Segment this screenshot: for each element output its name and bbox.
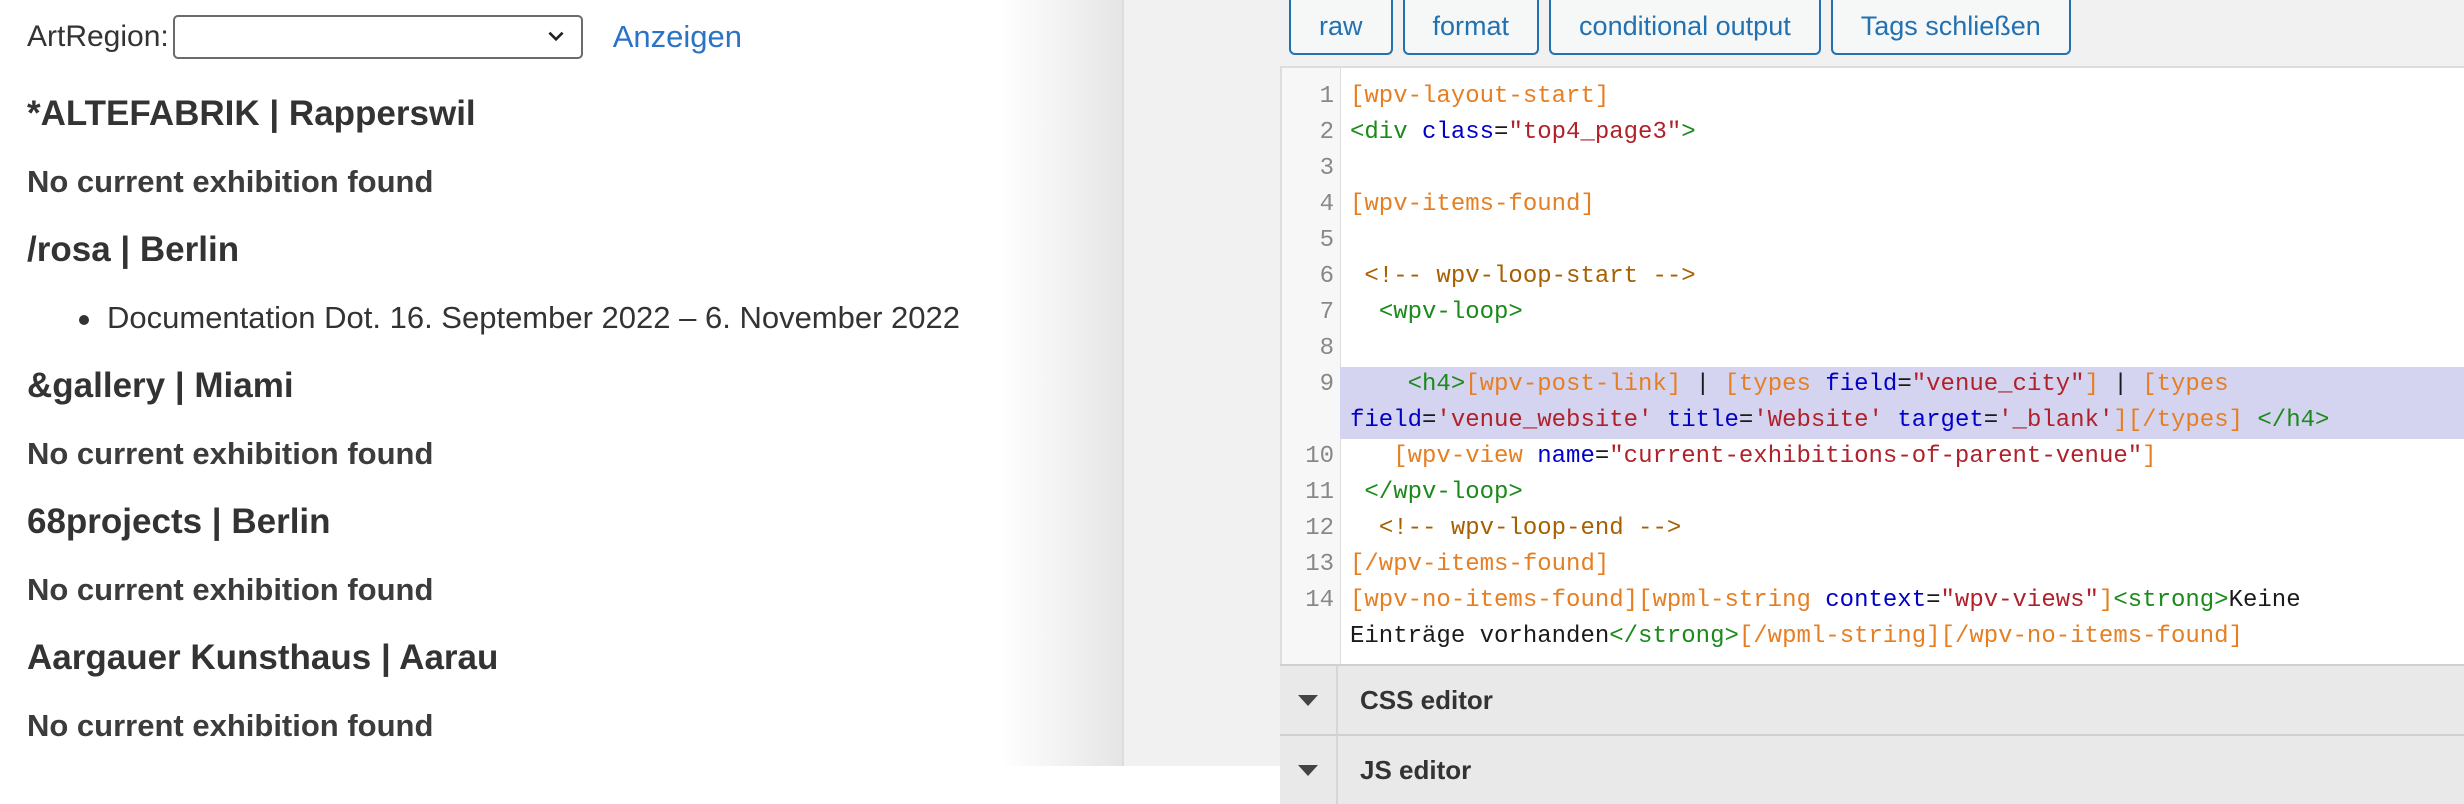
code-line: Einträge vorhanden</strong>[/wpml-string… [1350,623,2243,650]
venue-title[interactable]: *ALTEFABRIK | Rapperswil [27,94,476,134]
toggle-arrow-icon[interactable] [1280,666,1338,734]
no-exhibition-text: No current exhibition found [27,708,434,743]
line-number: 10 [1305,443,1334,470]
no-exhibition-text: No current exhibition found [27,164,434,199]
line-number: 1 [1319,83,1334,110]
code-line: 4 [wpv-items-found] [1282,187,2464,223]
js-editor-panel[interactable]: JS editor [1280,734,2464,804]
css-editor-title: CSS editor [1360,684,1493,715]
exhibition-list: Documentation Dot. 16. September 2022 – … [27,300,960,336]
code-line: 12 <!-- wpv-loop-end --> [1282,511,2464,547]
venue-title[interactable]: 68projects | Berlin [27,502,331,542]
artregion-label: ArtRegion: [27,20,169,53]
code-line: 1 [wpv-layout-start] [1282,79,2464,115]
venue-title[interactable]: Aargauer Kunsthaus | Aarau [27,638,498,678]
code-line: 8 [1282,331,2464,367]
line-number: 7 [1319,299,1334,326]
js-editor-title: JS editor [1360,754,1472,785]
panel-shadow [1000,0,1122,766]
code-line: 6 <!-- wpv-loop-start --> [1282,259,2464,295]
line-number: 12 [1305,515,1334,542]
layout-editor-panel: raw format conditional output Tags schli… [1122,0,2464,804]
editor-toolbar: raw format conditional output Tags schli… [1289,0,2071,60]
line-number: 14 [1305,587,1334,614]
line-number: 8 [1319,335,1334,362]
line-number: 4 [1319,191,1334,218]
list-item[interactable]: Documentation Dot. 16. September 2022 – … [27,300,960,336]
code-line: 5 [1282,223,2464,259]
code-line: 3 [1282,151,2464,187]
no-exhibition-text: No current exhibition found [27,436,434,471]
css-editor-panel[interactable]: CSS editor [1280,664,2464,734]
frontend-preview: ArtRegion: Anzeigen *ALTEFABRIK | Rapper… [0,0,1122,766]
raw-button[interactable]: raw [1289,0,1393,55]
filter-form: ArtRegion: Anzeigen [27,12,742,62]
venue-title[interactable]: /rosa | Berlin [27,230,239,270]
line-number: 9 [1319,371,1334,398]
bullet-icon [79,315,89,325]
line-number: 3 [1319,155,1334,182]
venue-title[interactable]: &gallery | Miami [27,366,294,406]
code-line: 10 [wpv-view name="current-exhibitions-o… [1282,439,2464,475]
code-line: 13 [/wpv-items-found] [1282,547,2464,583]
line-number: 13 [1305,551,1334,578]
line-number: 11 [1305,479,1334,506]
chevron-down-icon [548,31,564,42]
line-number: 6 [1319,263,1334,290]
close-tags-button[interactable]: Tags schließen [1830,0,2071,55]
exhibition-link[interactable]: Documentation Dot. 16. September 2022 – … [107,300,960,335]
line-number: 2 [1319,119,1334,146]
code-line: 2 <div class="top4_page3"> [1282,115,2464,151]
artregion-select[interactable] [172,15,583,59]
code-line-selected: 9 <h4>[wpv-post-link] | [types field="ve… [1320,367,2464,403]
conditional-output-button[interactable]: conditional output [1549,0,1821,55]
code-line: 14 [wpv-no-items-found][wpml-string cont… [1282,583,2464,619]
code-line: 7 <wpv-loop> [1282,295,2464,331]
code-line: 11 </wpv-loop> [1282,475,2464,511]
format-button[interactable]: format [1402,0,1540,55]
line-number: 5 [1319,227,1334,254]
code-editor[interactable]: 1 [wpv-layout-start] 2 <div class="top4_… [1280,66,2464,664]
code-line-selected: field='venue_website' title='Website' ta… [1340,403,2464,439]
show-button[interactable]: Anzeigen [613,19,742,55]
toggle-arrow-icon[interactable] [1280,736,1338,804]
no-exhibition-text: No current exhibition found [27,572,434,607]
